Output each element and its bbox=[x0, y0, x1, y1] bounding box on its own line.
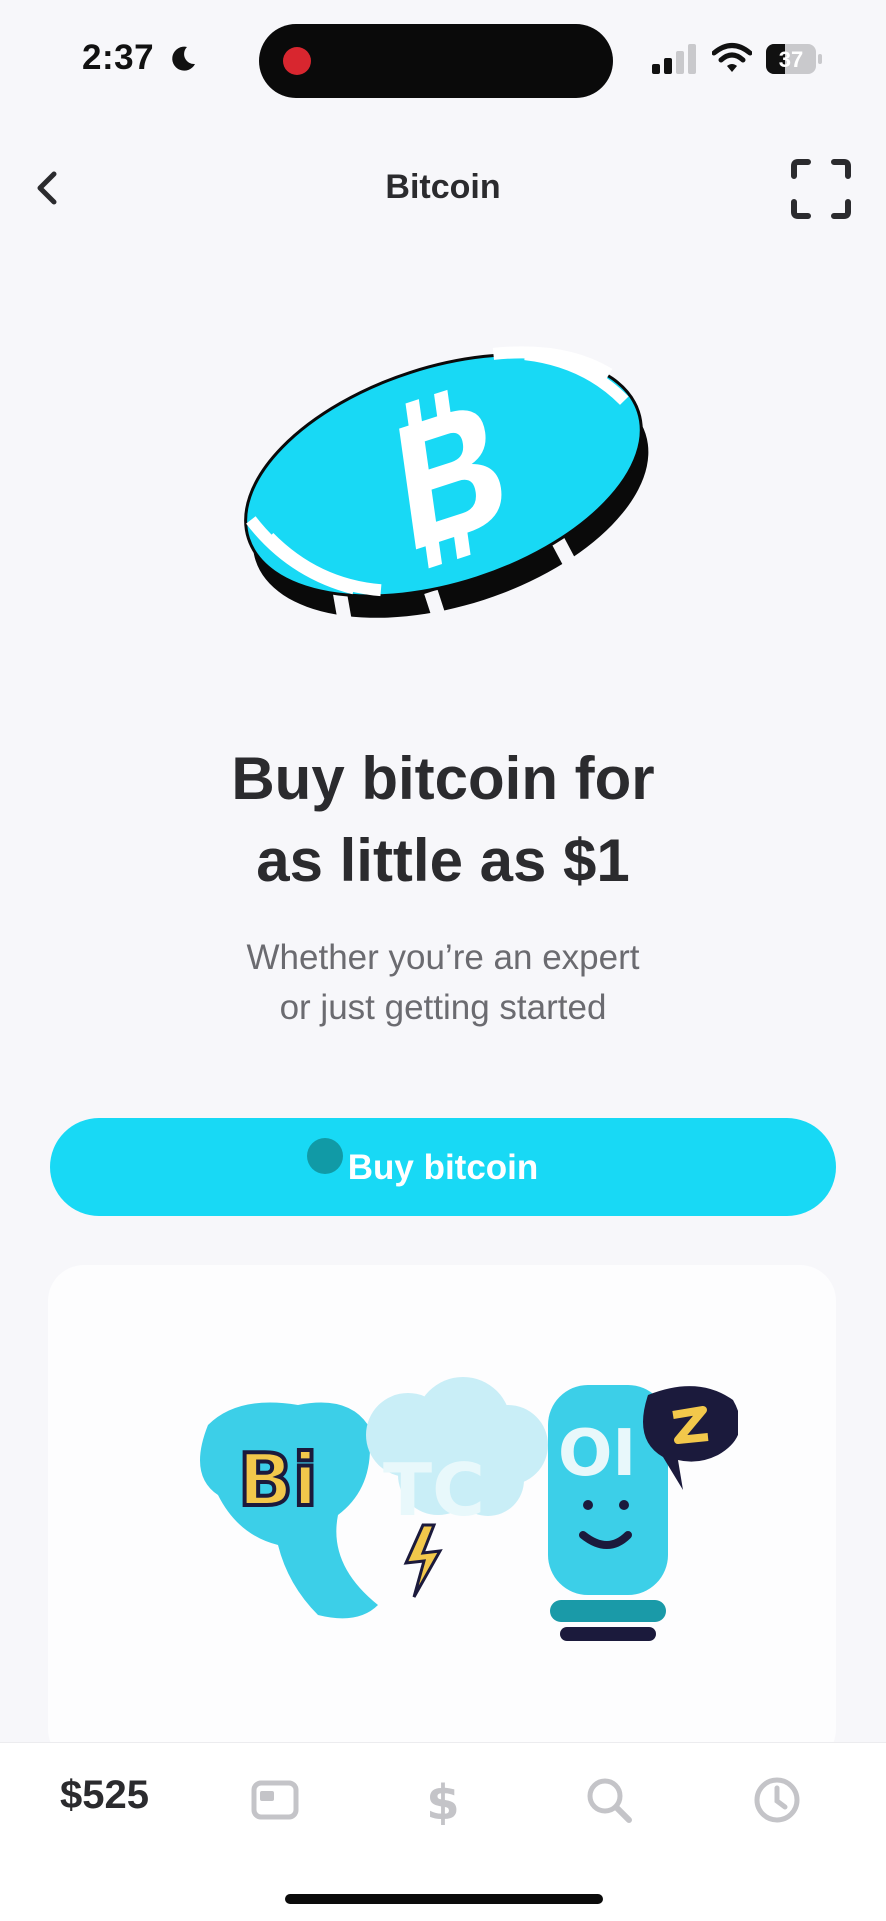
svg-text:TC: TC bbox=[383, 1448, 485, 1532]
dynamic-island bbox=[259, 24, 613, 98]
home-indicator bbox=[285, 1894, 603, 1904]
scan-icon[interactable] bbox=[790, 158, 852, 220]
hero-headline: Buy bitcoin for as little as $1 bbox=[0, 738, 886, 902]
navigation-bar: Bitcoin bbox=[0, 150, 886, 230]
bitcoin-promo-card[interactable]: Bi TC OI bbox=[48, 1265, 836, 1765]
moon-icon bbox=[172, 46, 195, 71]
bitcoin-lettering-illustration: Bi TC OI bbox=[200, 1377, 738, 1641]
card-icon[interactable] bbox=[250, 1775, 300, 1825]
search-icon[interactable] bbox=[584, 1775, 634, 1825]
battery-indicator: 37 bbox=[766, 44, 822, 74]
status-time: 2:37 bbox=[82, 38, 155, 77]
dollar-icon[interactable]: $ bbox=[418, 1775, 468, 1825]
clock-icon[interactable] bbox=[752, 1775, 802, 1825]
svg-text:$: $ bbox=[426, 1775, 459, 1825]
buy-bitcoin-button[interactable]: Buy bitcoin bbox=[50, 1118, 836, 1216]
bitcoin-coin-illustration bbox=[244, 346, 649, 630]
headline-line-1: Buy bitcoin for bbox=[231, 745, 655, 812]
cellular-signal-icon bbox=[652, 44, 696, 74]
recording-indicator-icon bbox=[283, 47, 311, 75]
page-title: Bitcoin bbox=[385, 168, 501, 206]
buy-bitcoin-label: Buy bitcoin bbox=[347, 1148, 539, 1187]
battery-level: 37 bbox=[778, 47, 804, 72]
balance-tab[interactable]: $525 bbox=[60, 1773, 149, 1818]
wifi-icon bbox=[712, 43, 752, 72]
svg-text:OI: OI bbox=[558, 1417, 636, 1491]
status-bar: 2:37 37 bbox=[0, 0, 886, 110]
hero-subheading: Whether you’re an expert or just getting… bbox=[0, 933, 886, 1033]
svg-text:Bi: Bi bbox=[238, 1438, 318, 1522]
subhead-line-2: or just getting started bbox=[279, 988, 607, 1027]
headline-line-2: as little as $1 bbox=[256, 827, 630, 894]
subhead-line-1: Whether you’re an expert bbox=[246, 938, 640, 977]
